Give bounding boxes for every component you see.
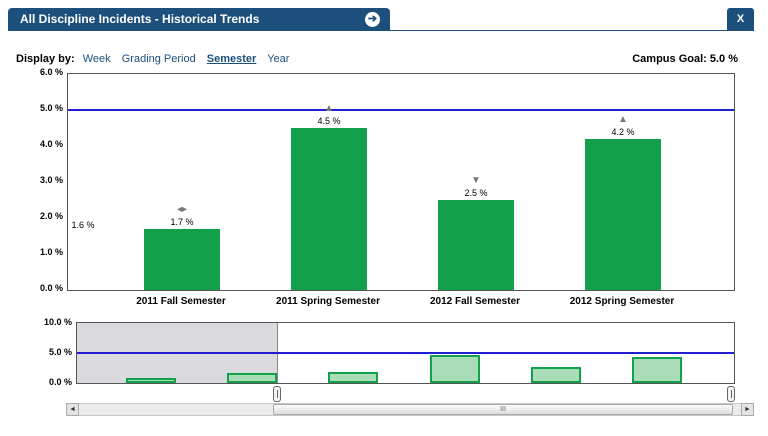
display-option-year[interactable]: Year <box>267 53 289 65</box>
x-category-label: 2012 Spring Semester <box>569 296 675 307</box>
display-option-semester[interactable]: Semester <box>207 53 257 65</box>
up-triangle-icon: ▲ <box>324 103 334 114</box>
bar-0[interactable] <box>67 232 68 290</box>
range-handle-right[interactable] <box>727 386 735 402</box>
scroll-right-icon[interactable]: ► <box>741 403 754 416</box>
bar-value-label: 2.5 % <box>464 188 488 198</box>
down-triangle-icon: ▼ <box>471 175 481 186</box>
bar-value-label: 4.5 % <box>317 116 341 126</box>
window-title-tab: All Discipline Incidents - Historical Tr… <box>8 8 390 31</box>
header-rule <box>8 30 754 31</box>
main-chart-plot: 1.6 % 1.7 % ◂▸ 4.5 % ▲ 2.5 % ▼ 4.2 % ▲ <box>67 73 735 291</box>
navigator-y-tick-label: 0.0 % <box>48 377 72 387</box>
scroll-left-icon[interactable]: ◄ <box>66 403 79 416</box>
navigator-chart-plot <box>76 322 735 384</box>
window-title: All Discipline Incidents - Historical Tr… <box>20 12 260 26</box>
bar-value-label: 1.7 % <box>170 216 194 227</box>
display-option-grading-period[interactable]: Grading Period <box>122 53 196 65</box>
navigator-bar-5 <box>632 357 682 383</box>
scroll-thumb[interactable]: III <box>273 404 733 415</box>
navigator-bar-3 <box>430 355 480 383</box>
y-tick-label: 1.0 % <box>39 247 63 257</box>
left-right-arrows-icon: ◂▸ <box>176 203 188 215</box>
campus-goal-line <box>68 109 734 111</box>
bar-2[interactable] <box>291 128 367 290</box>
bar-value-label: 1.6 % <box>71 220 95 231</box>
range-handle-left[interactable] <box>273 386 281 402</box>
x-category-label: 2012 Fall Semester <box>429 296 521 307</box>
navigator-bar-4 <box>531 367 581 383</box>
bar-3[interactable] <box>438 200 514 290</box>
close-button[interactable]: X <box>727 8 754 30</box>
bar-value-label: 4.2 % <box>611 126 635 137</box>
bar-1[interactable] <box>144 228 220 290</box>
navigator-goal-line <box>77 352 734 354</box>
y-tick-label: 2.0 % <box>39 211 63 221</box>
y-tick-label: 6.0 % <box>39 67 63 77</box>
navigator-bar-2 <box>328 372 378 383</box>
range-scrollbar[interactable]: ◄ III ► <box>66 403 754 416</box>
y-tick-label: 5.0 % <box>39 103 63 113</box>
bar-4[interactable] <box>585 138 661 290</box>
arrow-right-icon[interactable]: ➔ <box>365 12 380 27</box>
navigator-bar-1 <box>227 372 277 383</box>
navigator-y-tick-label: 10.0 % <box>43 317 72 327</box>
y-tick-label: 3.0 % <box>39 175 63 185</box>
navigator-bar-0 <box>126 378 176 383</box>
campus-goal-label: Campus Goal: 5.0 % <box>632 53 738 65</box>
display-by-label: Display by: <box>16 53 75 65</box>
x-category-label: 2011 Fall Semester <box>136 296 226 307</box>
y-tick-label: 4.0 % <box>39 139 63 149</box>
display-by-selector: Display by: Week Grading Period Semester… <box>16 53 297 65</box>
display-option-week[interactable]: Week <box>83 53 111 65</box>
navigator-y-tick-label: 5.0 % <box>48 347 72 357</box>
up-triangle-icon: ▲ <box>618 113 628 125</box>
x-category-label: 2011 Spring Semester <box>276 296 380 307</box>
y-tick-label: 0.0 % <box>39 283 63 293</box>
